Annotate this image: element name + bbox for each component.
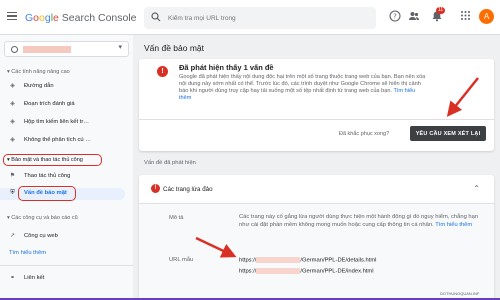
annotation-arrows: [195, 77, 479, 258]
app-root: { "app": {"title_parts": ["G","o","o","g…: [0, 0, 500, 300]
watermark: DOTHUNGQUAN.INF: [440, 291, 480, 296]
arrow-to-button: [446, 77, 479, 117]
arrow-to-urls: [195, 236, 237, 258]
